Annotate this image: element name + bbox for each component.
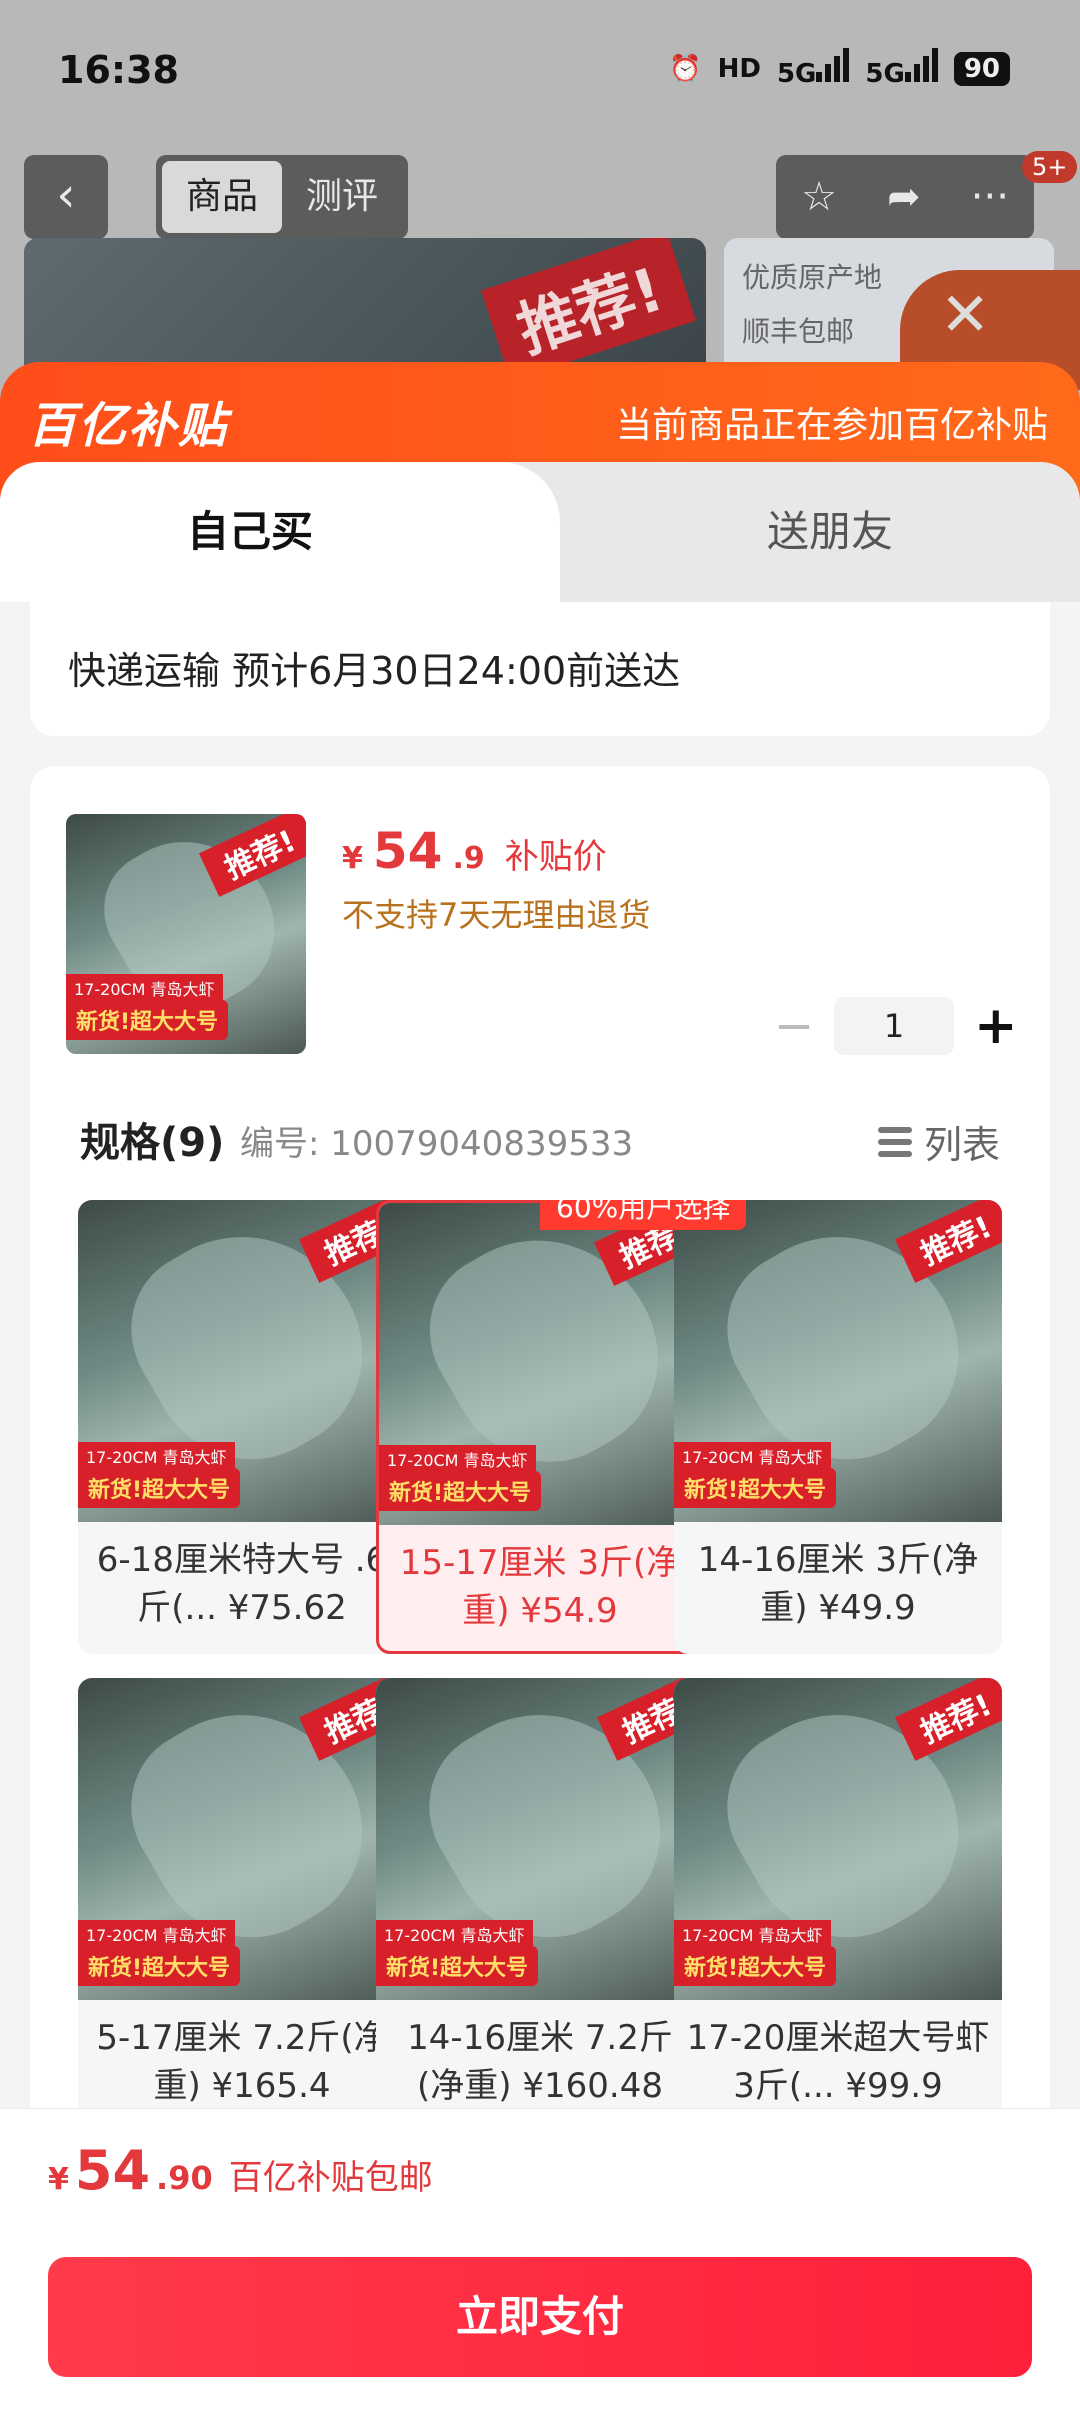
spec-header: 规格(9) 编号: 100790408395​33 列表 xyxy=(80,1110,1000,1170)
status-bar: 16:38 ⏰ HD 5G 5G 90 xyxy=(0,0,1080,140)
back-button[interactable]: ‹ xyxy=(24,155,108,239)
return-policy-note: 不支持7天无理由退货 xyxy=(342,896,651,934)
plus-button[interactable]: + xyxy=(974,996,1018,1056)
minus-button[interactable]: − xyxy=(774,998,814,1054)
sku-label: 17-20厘米超大号虾 3斤(... ¥99.9 xyxy=(686,2018,990,2106)
sku-grid: 60%用户选择 推荐! 17-20CM 青岛大虾 新货!超大大号 6-18厘米特… xyxy=(78,1200,1002,2166)
sku-option-selected[interactable]: 推荐! 17-20CM 青岛大虾 新货!超大大号 15-17厘米 3斤(净重) … xyxy=(376,1200,704,1654)
nav-actions: ☆ ➦ ··· xyxy=(776,155,1034,239)
buy-mode-tabs: 自己买 送朋友 xyxy=(0,462,1080,602)
checkout-bar: ¥54.90 百亿补贴包邮 立即支付 xyxy=(0,2108,1080,2412)
sku-option[interactable]: 推荐! 17-20CM 青岛大虾 新货!超大大号 14-16厘米 7.2斤(净重… xyxy=(376,1678,704,2132)
subsidy-logo: 百亿补贴 xyxy=(28,398,229,454)
share-icon[interactable]: ➦ xyxy=(887,174,921,220)
sku-option[interactable]: 推荐! 17-20CM 青岛大虾 新货!超大大号 17-20厘米超大号虾 3斤(… xyxy=(674,1678,1002,2132)
recommend-tag: 推荐! xyxy=(480,238,696,381)
delivery-estimate: 快递运输 预计6月30日24:00前送达 xyxy=(68,649,681,693)
delivery-card[interactable]: 快递运输 预计6月30日24:00前送达 xyxy=(30,602,1050,736)
product-code: 编号: 100790408395​33 xyxy=(240,1124,634,1164)
sku-label: 6-18厘米特大号 .6斤(... ¥75.62 xyxy=(96,1540,388,1628)
sku-image: 推荐! 17-20CM 青岛大虾 新货!超大大号 xyxy=(376,1678,704,2000)
tab-send-friend[interactable]: 送朋友 xyxy=(580,462,1080,602)
sku-image: 推荐! 17-20CM 青岛大虾 新货!超大大号 xyxy=(674,1678,1002,2000)
quantity-input[interactable]: 1 xyxy=(834,997,954,1055)
sku-image: 推荐! 17-20CM 青岛大虾 新货!超大大号 xyxy=(674,1200,1002,1522)
battery-icon: 90 xyxy=(953,51,1010,86)
top-nav: ‹ 商品 测评 ☆ ➦ ··· 5+ xyxy=(0,151,1080,240)
status-icons: ⏰ HD 5G 5G 90 xyxy=(669,48,1010,89)
more-icon[interactable]: ··· xyxy=(971,174,1009,220)
list-view-toggle[interactable]: 列表 xyxy=(877,1114,1000,1169)
background-page: 16:38 ⏰ HD 5G 5G 90 ‹ 商品 测评 ☆ ➦ ··· 5+ 推… xyxy=(0,0,1080,408)
total-price: ¥54.90 百亿补贴包邮 xyxy=(48,2139,433,2202)
status-time: 16:38 xyxy=(58,48,179,92)
product-price: ¥54.9 补贴价 xyxy=(342,822,607,880)
sku-label: 14-16厘米 7.2斤(净重) ¥160.48 xyxy=(407,2018,673,2106)
tab-buy-self[interactable]: 自己买 xyxy=(0,462,560,602)
signal-icon-1: 5G xyxy=(777,48,850,89)
sku-label: 14-16厘米 3斤(净重) ¥49.9 xyxy=(697,1540,979,1628)
quantity-stepper: − 1 + xyxy=(774,996,1018,1056)
sku-image: 推荐! 17-20CM 青岛大虾 新货!超大大号 xyxy=(78,1678,406,2000)
hd-icon: HD xyxy=(717,53,761,84)
popular-choice-badge: 60%用户选择 xyxy=(540,1200,747,1230)
sku-option[interactable]: 推荐! 17-20CM 青岛大虾 新货!超大大号 5-17厘米 7.2斤(净重)… xyxy=(78,1678,406,2132)
sku-option[interactable]: 推荐! 17-20CM 青岛大虾 新货!超大大号 6-18厘米特大号 .6斤(.… xyxy=(78,1200,406,1654)
free-shipping-label: 百亿补贴包邮 xyxy=(228,2158,433,2198)
sku-image: 推荐! 17-20CM 青岛大虾 新货!超大大号 xyxy=(379,1203,701,1525)
list-icon xyxy=(877,1126,912,1157)
sku-option[interactable]: 推荐! 17-20CM 青岛大虾 新货!超大大号 14-16厘米 3斤(净重) … xyxy=(674,1200,1002,1654)
message-badge: 5+ xyxy=(1022,151,1078,183)
page-tabs: 商品 测评 xyxy=(156,155,408,239)
signal-icon-2: 5G xyxy=(865,48,938,89)
sku-image: 推荐! 17-20CM 青岛大虾 新货!超大大号 xyxy=(78,1200,406,1522)
tab-product[interactable]: 商品 xyxy=(162,161,282,233)
alarm-icon: ⏰ xyxy=(669,53,702,84)
sku-label: 5-17厘米 7.2斤(净重) ¥165.4 xyxy=(96,2018,388,2106)
product-card: 推荐! 17-20CM 青岛大虾 新货!超大大号 ¥54.9 补贴价 不支持7天… xyxy=(30,766,1050,2166)
spec-title: 规格(9) xyxy=(80,1120,225,1166)
product-thumbnail[interactable]: 推荐! 17-20CM 青岛大虾 新货!超大大号 xyxy=(66,814,306,1054)
sku-label: 15-17厘米 3斤(净重) ¥54.9 xyxy=(399,1543,681,1631)
star-icon[interactable]: ☆ xyxy=(801,174,837,220)
subsidy-message: 当前商品正在参加百亿补贴 xyxy=(615,405,1048,446)
subsidy-price-label: 补贴价 xyxy=(504,837,607,877)
pay-now-button[interactable]: 立即支付 xyxy=(48,2257,1032,2377)
tab-review[interactable]: 测评 xyxy=(282,161,402,233)
